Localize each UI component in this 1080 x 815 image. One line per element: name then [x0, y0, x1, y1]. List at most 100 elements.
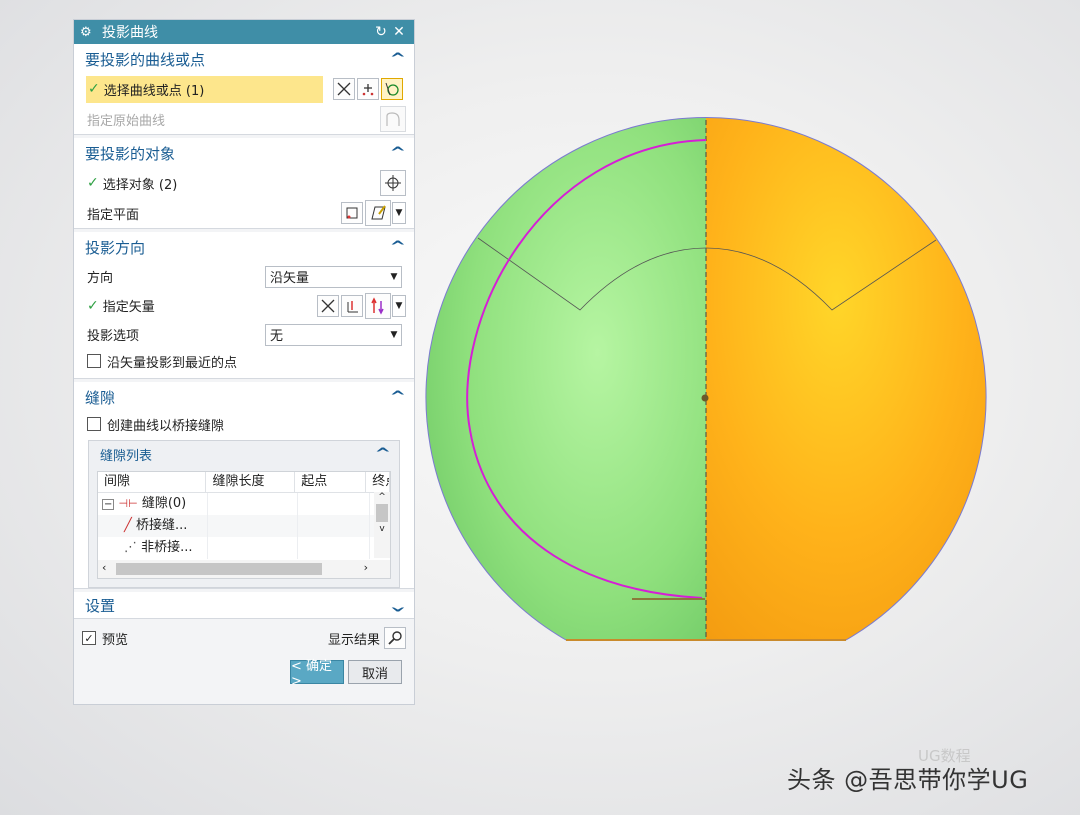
non-bridge-row-label: 非桥接... — [141, 540, 193, 555]
plane-select-icon[interactable] — [365, 200, 391, 226]
chevron-down-icon[interactable]: ^ — [390, 597, 406, 613]
curve-select-icon[interactable] — [381, 78, 403, 100]
chevron-up-icon[interactable]: ^ — [374, 492, 390, 502]
project-curve-dialog: ⚙ 投影曲线 ↻ ✕ 要投影的曲线或点 ^ ✓ 选择曲线或点 (1) 指定原始曲… — [73, 19, 415, 705]
group-gap-title: 缝隙 — [85, 388, 116, 407]
direction-value: 沿矢量 — [270, 271, 310, 286]
point-dialog-icon[interactable] — [357, 78, 379, 100]
original-curve-row: 指定原始曲线 — [74, 104, 414, 134]
group-settings-title: 设置 — [85, 596, 116, 615]
column-header[interactable]: 缝隙长度 — [206, 472, 296, 492]
preview-label: 预览 — [102, 632, 129, 648]
group-target: 要投影的对象 ^ ✓ 选择对象 (2) 指定平面 ▼ — [74, 138, 414, 229]
collapse-icon[interactable]: − — [102, 499, 115, 510]
magnifier-icon[interactable] — [384, 627, 406, 649]
direction-row: 方向 沿矢量 ▼ — [74, 262, 414, 291]
option-select[interactable]: 无 ▼ — [265, 323, 402, 346]
horizontal-scrollbar[interactable]: ‹ › — [98, 560, 390, 578]
bridge-line-icon: ╱ — [124, 518, 132, 533]
nearest-label: 沿矢量投影到最近的点 — [107, 355, 238, 371]
vector-row: ✓ 指定矢量 ▼ — [74, 291, 414, 320]
dialog-title: 投影曲线 — [102, 25, 158, 41]
gap-list-title: 缝隙列表 — [100, 448, 153, 464]
vector-rule-icon[interactable] — [317, 294, 339, 317]
gap-list-panel: 缝隙列表 ^ 间隙 缝隙长度 起点 终点 − ⊣⊢ 缝隙(0) — [88, 440, 400, 588]
table-row[interactable]: ╱ 桥接缝... — [98, 515, 390, 537]
chevron-down-icon: ▼ — [390, 271, 398, 282]
dialog-titlebar: ⚙ 投影曲线 ↻ ✕ — [74, 20, 414, 44]
close-icon[interactable]: ✕ — [390, 24, 408, 40]
curve-rule-icon[interactable] — [333, 78, 355, 100]
group-direction-header[interactable]: 投影方向 ^ — [74, 232, 414, 262]
reverse-direction-icon[interactable] — [365, 292, 391, 319]
option-row: 投影选项 无 ▼ — [74, 320, 414, 349]
gap-table: 间隙 缝隙长度 起点 终点 − ⊣⊢ 缝隙(0) ╱ 桥接缝 — [97, 471, 391, 579]
chevron-down-icon[interactable]: v — [374, 524, 390, 534]
group-gap-header[interactable]: 缝隙 ^ — [74, 382, 414, 412]
select-curve-row[interactable]: ✓ 选择曲线或点 (1) — [86, 75, 323, 103]
vector-dialog-icon[interactable] — [341, 294, 363, 317]
plane-dialog-icon[interactable] — [341, 202, 363, 224]
group-direction-title: 投影方向 — [85, 238, 146, 257]
chevron-right-icon[interactable]: › — [364, 561, 368, 574]
nearest-row: 沿矢量投影到最近的点 — [74, 349, 414, 373]
direction-select[interactable]: 沿矢量 ▼ — [265, 265, 402, 288]
non-bridge-line-icon: ⋰ — [124, 540, 137, 555]
group-target-header[interactable]: 要投影的对象 ^ — [74, 138, 414, 168]
table-header: 间隙 缝隙长度 起点 终点 — [98, 472, 391, 493]
vector-label: 指定矢量 — [102, 300, 155, 315]
original-curve-icon — [380, 106, 406, 132]
original-curve-label: 指定原始曲线 — [87, 113, 166, 129]
chevron-down-icon[interactable]: ▼ — [392, 202, 406, 224]
watermark: 头条 @吾思带你学UG — [787, 766, 1029, 794]
bridge-row: 创建曲线以桥接缝隙 — [74, 412, 414, 436]
green-hemisphere — [426, 117, 706, 641]
option-value: 无 — [270, 329, 284, 344]
plane-row: 指定平面 ▼ — [74, 198, 414, 228]
group-gap: 缝隙 ^ 创建曲线以桥接缝隙 缝隙列表 ^ 间隙 缝隙长度 起点 终点 — [74, 382, 414, 589]
gap-list-header[interactable]: 缝隙列表 ^ — [89, 441, 399, 467]
chevron-up-icon[interactable]: ^ — [390, 145, 406, 161]
chevron-up-icon[interactable]: ^ — [390, 51, 406, 67]
bridge-row-label: 桥接缝... — [135, 518, 188, 533]
orange-hemisphere — [706, 117, 987, 641]
chevron-up-icon[interactable]: ^ — [390, 239, 406, 255]
preview-row: ✓ 预览 显示结果 — [74, 622, 414, 654]
select-object-row[interactable]: ✓ 选择对象 (2) — [74, 168, 414, 198]
group-direction: 投影方向 ^ 方向 沿矢量 ▼ ✓ 指定矢量 ▼ 投影选项 无 ▼ 沿矢量投影到… — [74, 232, 414, 379]
gear-icon[interactable]: ⚙ — [80, 25, 96, 40]
table-row[interactable]: − ⊣⊢ 缝隙(0) — [98, 493, 390, 515]
show-result-label: 显示结果 — [327, 632, 380, 648]
nearest-checkbox[interactable] — [87, 354, 101, 368]
check-icon: ✓ — [87, 175, 99, 191]
chevron-up-icon[interactable]: ^ — [375, 446, 391, 462]
gap-row-label: 缝隙(0) — [141, 496, 187, 511]
table-row[interactable]: ⋰ 非桥接... — [98, 537, 390, 559]
reset-icon[interactable]: ↻ — [372, 24, 390, 40]
preview-checkbox[interactable]: ✓ — [82, 631, 96, 645]
cancel-button[interactable]: 取消 — [348, 660, 402, 684]
group-settings-header[interactable]: 设置 ^ — [74, 592, 414, 618]
vertical-scrollbar[interactable]: ^ v — [374, 492, 390, 558]
column-header[interactable]: 终点 — [366, 472, 391, 492]
column-header[interactable]: 间隙 — [98, 472, 207, 492]
ok-button[interactable]: < 确定 > — [290, 659, 344, 689]
crosshair-icon[interactable] — [380, 170, 406, 196]
select-object-label: 选择对象 (2) — [102, 177, 178, 193]
gap-icon: ⊣⊢ — [118, 497, 138, 510]
chevron-down-icon: ▼ — [390, 329, 398, 340]
column-header[interactable]: 起点 — [295, 472, 367, 492]
group-curves-title: 要投影的曲线或点 — [85, 50, 206, 69]
chevron-up-icon[interactable]: ^ — [390, 389, 406, 405]
scroll-thumb[interactable] — [376, 504, 388, 522]
check-icon: ✓ — [87, 297, 99, 314]
group-curves-header[interactable]: 要投影的曲线或点 ^ — [74, 44, 414, 74]
select-curve-label: 选择曲线或点 (1) — [103, 83, 205, 99]
plane-label: 指定平面 — [87, 207, 140, 223]
bridge-checkbox[interactable] — [87, 417, 101, 431]
chevron-left-icon[interactable]: ‹ — [102, 561, 106, 574]
bridge-label: 创建曲线以桥接缝隙 — [107, 418, 225, 434]
scroll-thumb[interactable] — [116, 563, 322, 575]
group-curves: 要投影的曲线或点 ^ ✓ 选择曲线或点 (1) 指定原始曲线 — [74, 44, 414, 135]
chevron-down-icon[interactable]: ▼ — [392, 294, 406, 317]
